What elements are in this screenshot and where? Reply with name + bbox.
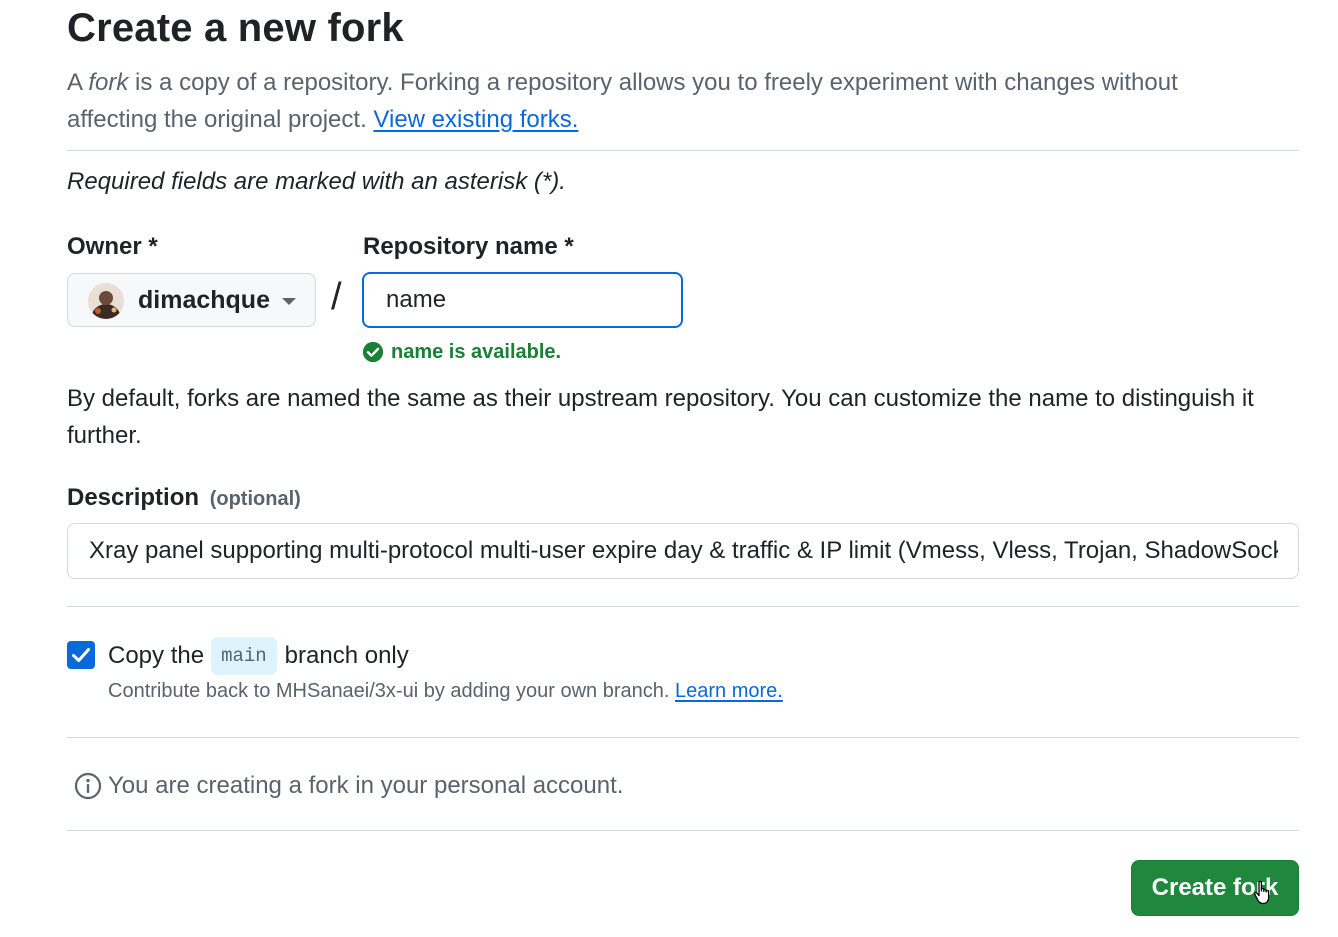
checkmark-icon: [72, 648, 90, 662]
description-label: Description: [67, 484, 200, 511]
check-circle-fill-icon: [362, 341, 384, 363]
copy-main-branch-checkbox[interactable]: [67, 641, 95, 669]
user-avatar: [88, 283, 124, 319]
repository-name-input[interactable]: [362, 272, 683, 328]
repository-name-label: Repository name *: [363, 233, 574, 260]
create-fork-button[interactable]: Create fork: [1131, 860, 1299, 916]
owner-label: Owner *: [67, 233, 158, 260]
divider: [67, 606, 1299, 607]
personal-account-notice: You are creating a fork in your personal…: [74, 771, 623, 801]
notice-text: You are creating a fork in your personal…: [108, 772, 624, 799]
availability-status: name is available.: [362, 340, 561, 364]
intro-prefix: A: [67, 69, 82, 96]
copy-label-before: Copy the: [108, 642, 205, 669]
description-input[interactable]: [67, 523, 1299, 579]
divider: [67, 737, 1299, 738]
divider: [67, 830, 1299, 831]
fork-name-help-text: By default, forks are named the same as …: [67, 385, 1254, 449]
copy-branch-label: Copy the main branch only: [108, 636, 409, 676]
owner-dropdown-button[interactable]: dimachque: [67, 273, 316, 327]
description-optional-hint: (optional): [209, 488, 301, 510]
copy-label-after: branch only: [284, 642, 409, 669]
learn-more-link[interactable]: Learn more.: [675, 680, 783, 702]
intro-fork-word: fork: [88, 69, 129, 96]
page-title: Create a new fork: [67, 6, 404, 50]
availability-message: name is available.: [391, 340, 562, 363]
intro-rest: is a copy of a repository. Forking a rep…: [67, 69, 1178, 133]
owner-name: dimachque: [138, 286, 270, 314]
hand-pointer-cursor-icon: [1254, 880, 1270, 905]
branch-name-code: main: [211, 637, 277, 675]
info-icon: [74, 772, 102, 800]
required-fields-note: Required fields are marked with an aster…: [67, 168, 566, 195]
description-label-row: Description (optional): [67, 484, 301, 512]
divider: [67, 150, 1299, 151]
owner-repo-separator: /: [331, 276, 342, 318]
copy-branch-subtext: Contribute back to MHSanaei/3x-ui by add…: [108, 680, 783, 703]
view-existing-forks-link[interactable]: View existing forks.: [373, 106, 578, 133]
intro-text: A fork is a copy of a repository. Forkin…: [67, 64, 1267, 138]
copy-branch-description: Contribute back to MHSanaei/3x-ui by add…: [108, 680, 670, 702]
triangle-down-icon: [282, 298, 296, 305]
